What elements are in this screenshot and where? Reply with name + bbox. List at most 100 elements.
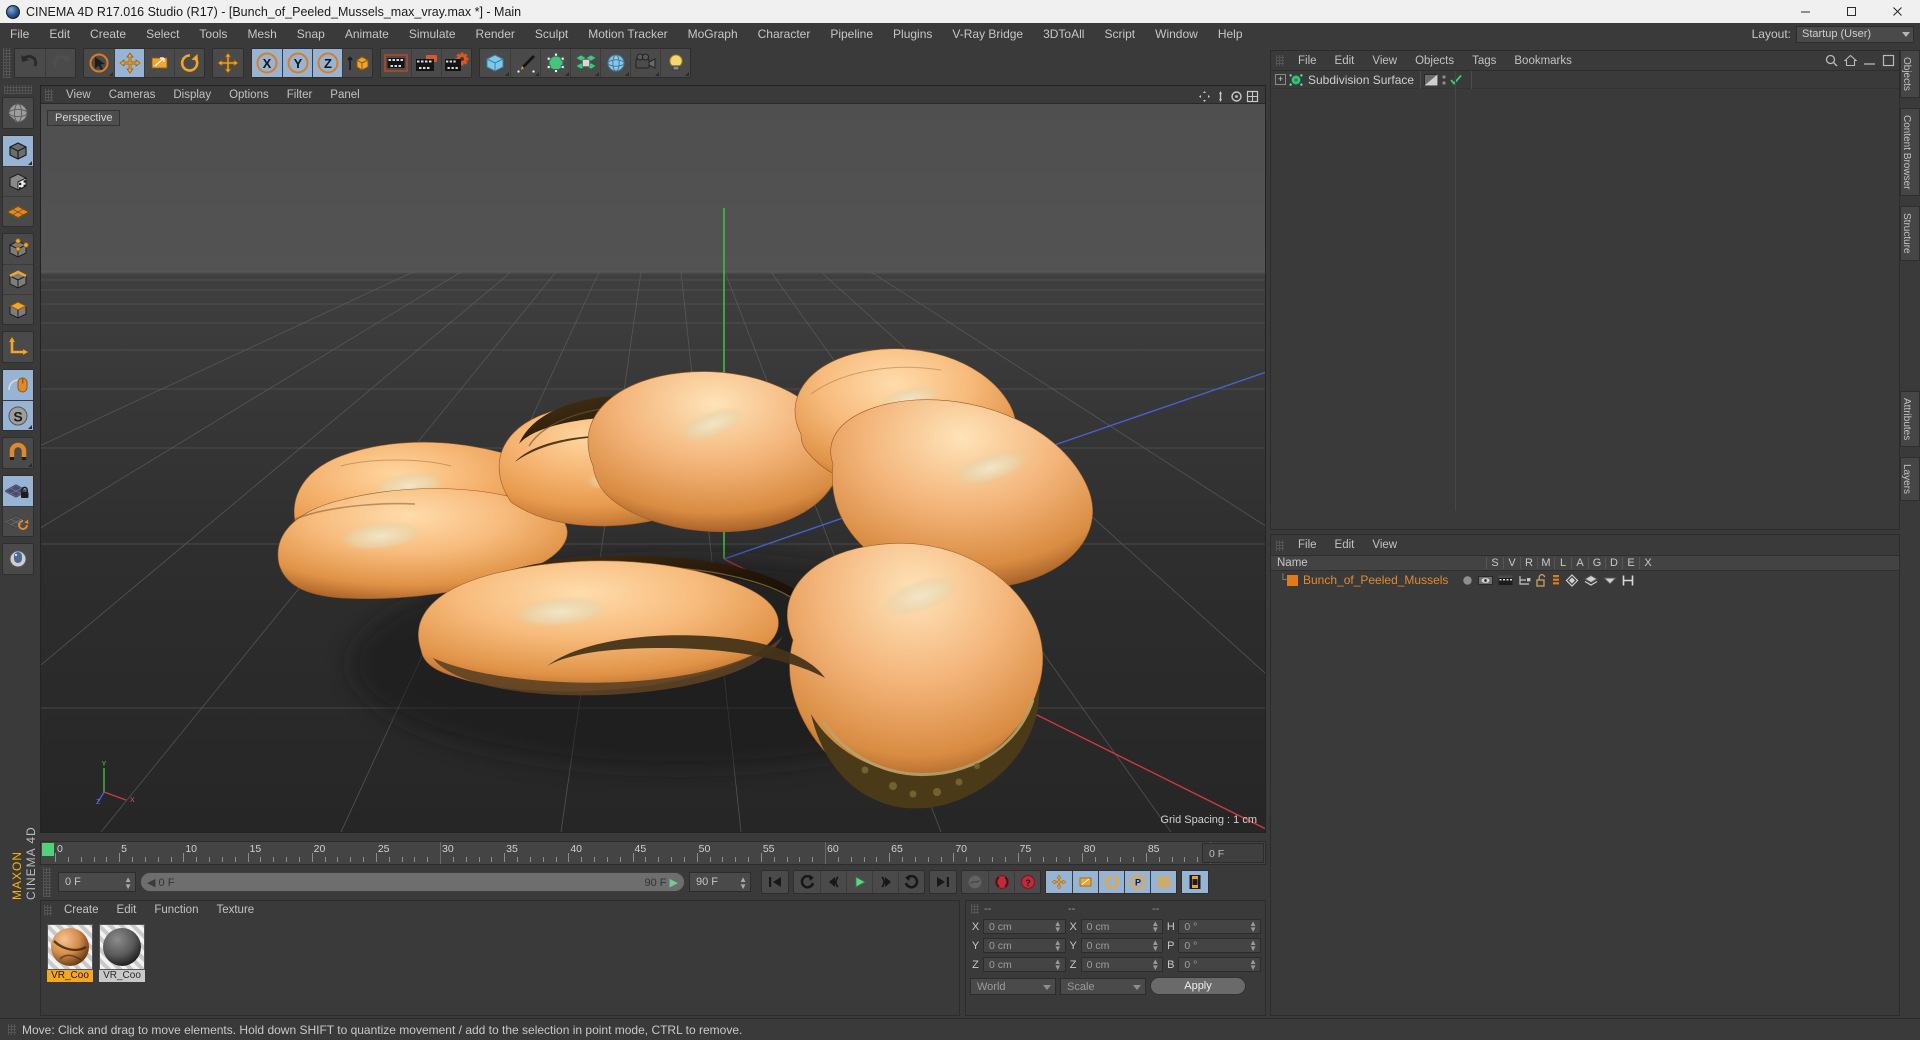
visibility-dots-icon[interactable]	[1441, 73, 1447, 87]
maximize-view-icon[interactable]	[1246, 90, 1259, 103]
spinner-icon[interactable]: ▲ ▼	[1249, 939, 1257, 953]
material-thumbnail[interactable]	[47, 924, 93, 970]
pos-z-input[interactable]: 0 cm ▲ ▼	[983, 957, 1066, 972]
menu-plugins[interactable]: Plugins	[883, 23, 942, 45]
previous-frame-button[interactable]	[820, 871, 846, 893]
status-bar-grip[interactable]	[8, 1024, 16, 1035]
edge-tab-content-browser[interactable]: Content Browser	[1900, 107, 1920, 197]
display-tag-icon[interactable]	[1424, 73, 1439, 86]
viewport-canvas[interactable]: Perspective Grid Spacing : 1 cm Y X Z	[41, 104, 1265, 832]
autokeying-button[interactable]: ?	[1014, 871, 1040, 893]
viewport-menu-panel[interactable]: Panel	[321, 86, 368, 104]
search-icon[interactable]	[1825, 54, 1838, 67]
render-to-picture-viewer-button[interactable]	[411, 49, 441, 77]
play-button[interactable]	[846, 871, 872, 893]
undo-button[interactable]	[15, 49, 45, 77]
add-camera-button[interactable]	[630, 49, 660, 77]
minimize-button[interactable]	[1782, 0, 1828, 23]
object-axis-button[interactable]	[3, 332, 33, 362]
material-menu-create[interactable]: Create	[55, 901, 108, 919]
key-parameter-button[interactable]: P	[1124, 871, 1150, 893]
expand-toggle-icon[interactable]: +	[1275, 74, 1286, 85]
rot-h-input[interactable]: 0 ° ▲ ▼	[1178, 919, 1262, 934]
home-icon[interactable]	[1844, 54, 1857, 67]
workplane-mode-button[interactable]	[3, 196, 33, 226]
go-to-start-button[interactable]	[762, 871, 788, 893]
go-to-end-button[interactable]	[930, 871, 956, 893]
render-clapper-icon[interactable]	[1498, 575, 1513, 586]
current-frame-input[interactable]: 0 F ▲ ▼	[58, 872, 136, 892]
current-frame-marker[interactable]	[42, 843, 54, 856]
column-s[interactable]: S	[1486, 557, 1503, 569]
minimize-panel-icon[interactable]	[1863, 54, 1876, 67]
attribute-table-row[interactable]: └ Bunch_of_Peeled_Mussels	[1271, 571, 1899, 589]
rot-p-input[interactable]: 0 ° ▲ ▼	[1178, 938, 1262, 953]
object-menu-tags[interactable]: Tags	[1463, 51, 1505, 71]
spinner-icon[interactable]: ▲ ▼	[1054, 920, 1062, 934]
spinner-icon[interactable]: ▲ ▼	[1151, 939, 1159, 953]
coordinate-space-select[interactable]: World	[970, 977, 1056, 995]
spinner-icon[interactable]: ▲ ▼	[124, 876, 132, 891]
layer-color-swatch[interactable]	[1287, 574, 1298, 586]
xpresso-icon[interactable]	[1622, 574, 1634, 587]
menu-render[interactable]: Render	[466, 23, 525, 45]
menu-pipeline[interactable]: Pipeline	[820, 23, 883, 45]
add-nurbs-button[interactable]	[540, 49, 570, 77]
close-button[interactable]	[1874, 0, 1920, 23]
add-scene-object-button[interactable]	[600, 49, 630, 77]
menu-animate[interactable]: Animate	[335, 23, 399, 45]
add-light-button[interactable]	[660, 49, 690, 77]
preview-end-input[interactable]: 90 F ▲ ▼	[689, 872, 751, 892]
column-x[interactable]: X	[1639, 557, 1656, 569]
pos-x-input[interactable]: 0 cm ▲ ▼	[983, 919, 1066, 934]
undo-view-button[interactable]	[3, 98, 33, 128]
material-manager-grip[interactable]	[44, 904, 52, 916]
visibility-eye-icon[interactable]	[1478, 575, 1494, 586]
toolbar-grip[interactable]	[3, 48, 11, 78]
rotate-view-icon[interactable]	[1230, 90, 1243, 103]
attribute-menu-edit[interactable]: Edit	[1326, 535, 1364, 555]
material-item[interactable]: VR_Coo	[47, 924, 93, 982]
animation-bars-icon[interactable]	[1552, 574, 1560, 587]
edge-tab-layers[interactable]: Layers	[1900, 457, 1920, 502]
size-z-input[interactable]: 0 cm ▲ ▼	[1080, 957, 1164, 972]
render-view-button[interactable]	[381, 49, 411, 77]
viewport-menu-display[interactable]: Display	[164, 86, 220, 104]
menu-sculpt[interactable]: Sculpt	[525, 23, 578, 45]
column-d[interactable]: D	[1605, 557, 1622, 569]
timeline-ruler[interactable]: 051015202530354045505560657075808590 0 F	[40, 841, 1266, 865]
texture-mode-button[interactable]	[3, 166, 33, 196]
attribute-menu-file[interactable]: File	[1289, 535, 1326, 555]
object-menu-edit[interactable]: Edit	[1326, 51, 1364, 71]
size-y-input[interactable]: 0 cm ▲ ▼	[1080, 938, 1164, 953]
attribute-menu-view[interactable]: View	[1363, 535, 1406, 555]
column-v[interactable]: V	[1503, 557, 1520, 569]
solo-dot-icon[interactable]	[1462, 575, 1473, 586]
rotate-tool[interactable]	[174, 49, 204, 77]
live-selection-tool[interactable]	[84, 49, 114, 77]
menu-motion-tracker[interactable]: Motion Tracker	[578, 23, 677, 45]
menu-create[interactable]: Create	[80, 23, 136, 45]
enable-snap-button[interactable]: S	[3, 400, 33, 430]
lock-z-axis[interactable]: Z	[312, 49, 342, 77]
coordinate-manager-grip[interactable]	[971, 904, 979, 914]
material-menu-texture[interactable]: Texture	[207, 901, 263, 919]
move-modifier-tool[interactable]	[213, 49, 243, 77]
point-mode-button[interactable]	[3, 234, 33, 264]
menu-vray-bridge[interactable]: V-Ray Bridge	[942, 23, 1033, 45]
magnet-tool-button[interactable]	[3, 438, 33, 468]
lock-x-axis[interactable]: X	[252, 49, 282, 77]
column-e[interactable]: E	[1622, 557, 1639, 569]
object-menu-view[interactable]: View	[1363, 51, 1406, 71]
menu-select[interactable]: Select	[136, 23, 189, 45]
pan-view-icon[interactable]	[1198, 90, 1211, 103]
spinner-icon[interactable]: ▲ ▼	[1151, 920, 1159, 934]
object-menu-bookmarks[interactable]: Bookmarks	[1505, 51, 1581, 71]
pos-y-input[interactable]: 0 cm ▲ ▼	[983, 938, 1066, 953]
apply-button[interactable]: Apply	[1150, 977, 1246, 995]
menu-file[interactable]: File	[0, 23, 39, 45]
add-modeling-object-button[interactable]	[570, 49, 600, 77]
key-point-level-button[interactable]	[1150, 871, 1176, 893]
menu-script[interactable]: Script	[1094, 23, 1145, 45]
menu-character[interactable]: Character	[748, 23, 821, 45]
